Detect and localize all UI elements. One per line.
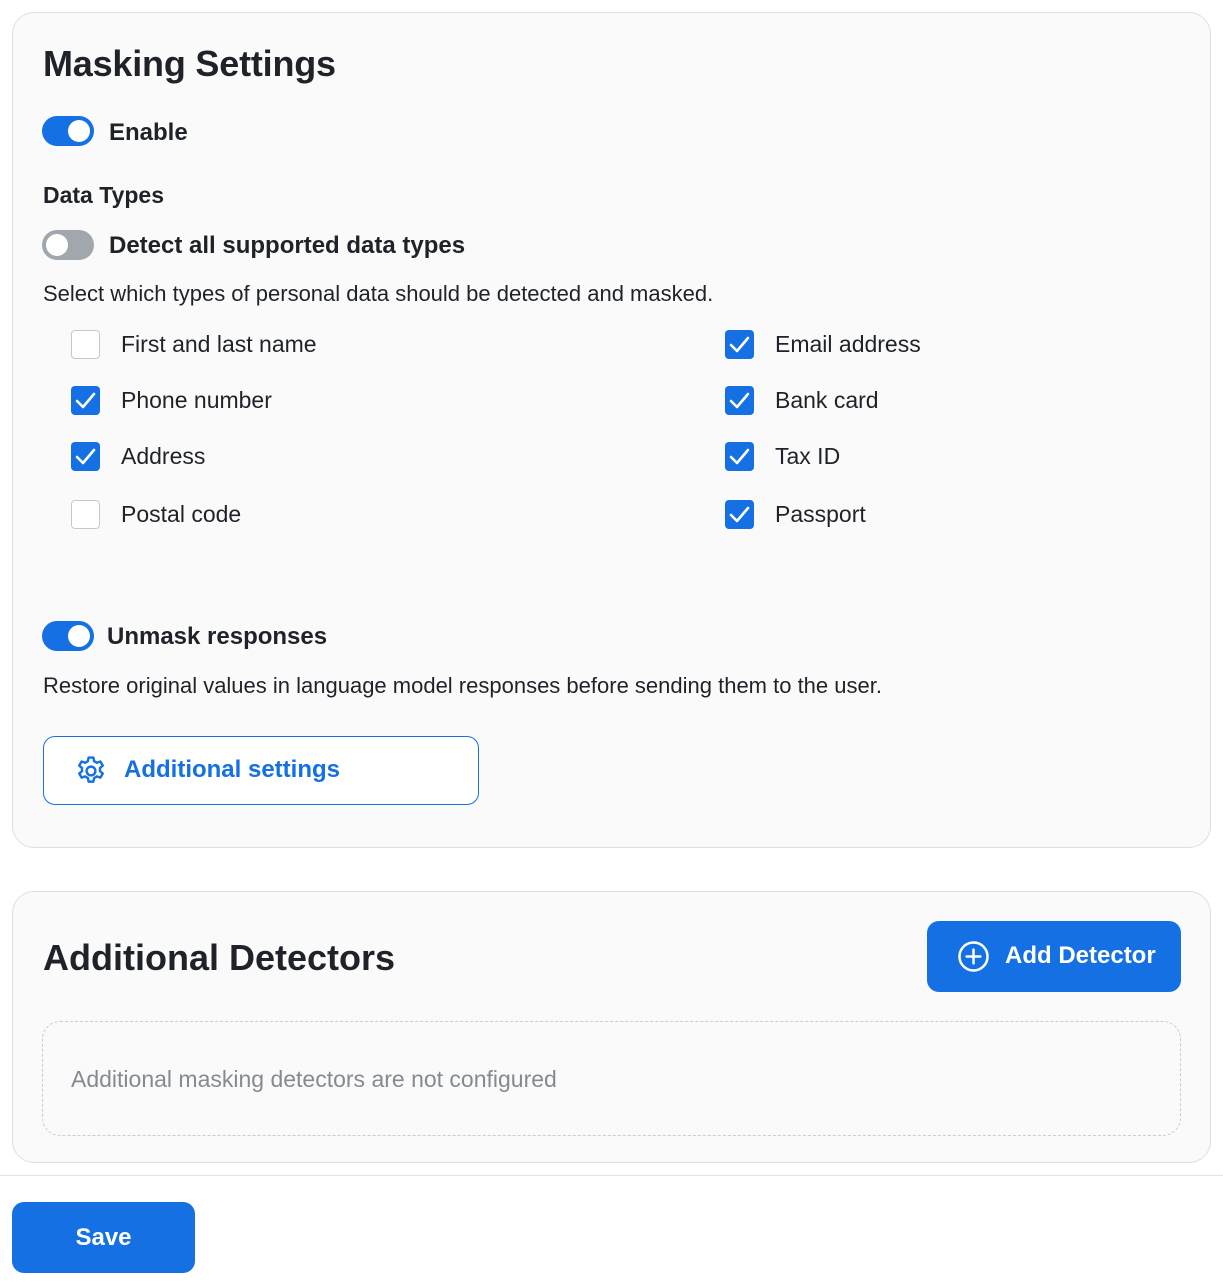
empty-state-text: Additional masking detectors are not con… xyxy=(71,1066,557,1092)
detect-all-label: Detect all supported data types xyxy=(109,232,466,259)
checkbox[interactable] xyxy=(71,442,100,471)
unmask-description: Restore original values in language mode… xyxy=(43,673,882,698)
checkbox-label: Bank card xyxy=(775,387,879,413)
data-types-description: Select which types of personal data shou… xyxy=(43,281,714,306)
checkbox-label: Phone number xyxy=(121,387,272,413)
checkmark-icon xyxy=(75,392,96,409)
checkbox[interactable] xyxy=(71,500,100,529)
toggle-knob xyxy=(46,234,68,256)
unmask-responses-toggle[interactable] xyxy=(42,621,94,651)
additional-detectors-title: Additional Detectors xyxy=(43,937,396,978)
checkbox[interactable] xyxy=(725,442,754,471)
checkbox-label: Passport xyxy=(775,501,866,527)
masking-settings-title: Masking Settings xyxy=(43,43,336,84)
checkmark-icon xyxy=(75,448,96,465)
additional-detectors-card: Additional Detectors Add Detector Additi… xyxy=(12,891,1211,1163)
masking-settings-card: Masking Settings Enable Data Types Detec… xyxy=(12,12,1211,848)
additional-settings-button[interactable]: Additional settings xyxy=(43,736,479,805)
add-detector-label: Add Detector xyxy=(1005,942,1156,969)
enable-toggle[interactable] xyxy=(42,116,94,146)
add-detector-button[interactable]: Add Detector xyxy=(927,921,1181,992)
checkbox[interactable] xyxy=(725,330,754,359)
toggle-knob xyxy=(68,625,90,647)
gear-icon xyxy=(78,756,104,783)
detectors-empty-state: Additional masking detectors are not con… xyxy=(42,1021,1181,1136)
toggle-knob xyxy=(68,120,90,142)
data-types-label: Data Types xyxy=(43,182,165,208)
detect-all-toggle[interactable] xyxy=(42,230,94,260)
enable-label: Enable xyxy=(109,119,188,146)
checkmark-icon xyxy=(729,336,750,353)
save-label: Save xyxy=(75,1224,132,1251)
checkmark-icon xyxy=(729,506,750,523)
plus-circle-icon xyxy=(958,941,989,972)
footer-divider xyxy=(0,1175,1223,1176)
additional-settings-label: Additional settings xyxy=(124,756,340,783)
checkbox[interactable] xyxy=(71,386,100,415)
checkbox[interactable] xyxy=(71,330,100,359)
checkbox[interactable] xyxy=(725,386,754,415)
checkbox-label: Email address xyxy=(775,331,921,357)
checkbox-label: Postal code xyxy=(121,501,242,527)
checkbox-label: First and last name xyxy=(121,331,317,357)
checkmark-icon xyxy=(729,392,750,409)
unmask-responses-label: Unmask responses xyxy=(107,623,328,650)
checkbox-label: Address xyxy=(121,443,206,469)
checkbox-label: Tax ID xyxy=(775,443,841,469)
checkbox[interactable] xyxy=(725,500,754,529)
checkmark-icon xyxy=(729,448,750,465)
save-button[interactable]: Save xyxy=(12,1202,195,1273)
